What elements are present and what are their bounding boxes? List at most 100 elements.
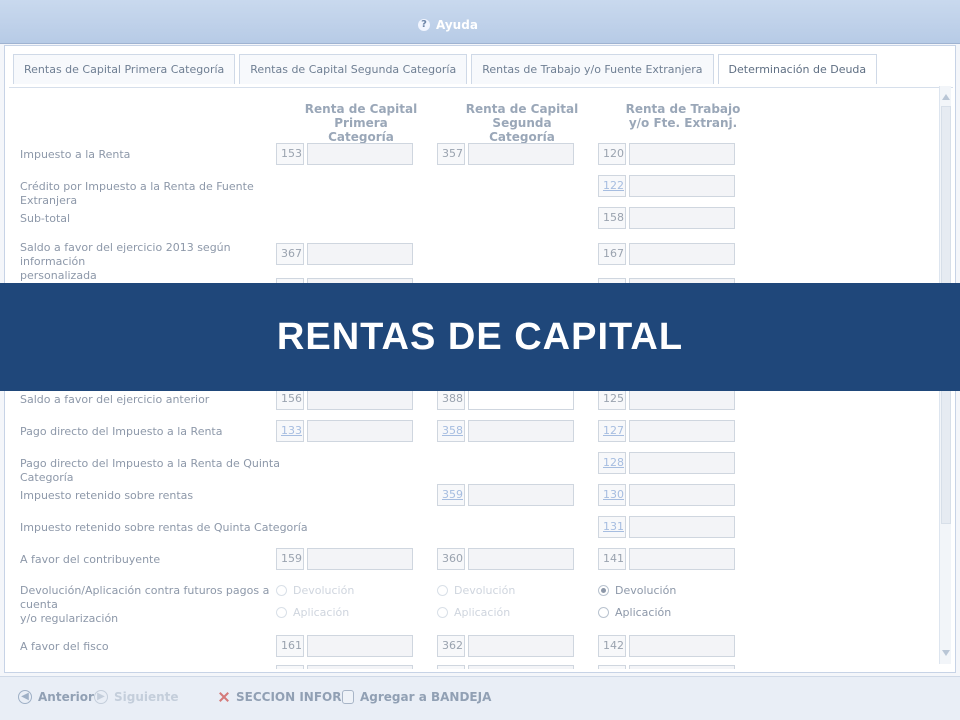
add-to-tray-button[interactable]: Agregar a BANDEJA [342,690,491,704]
tab-rentas-trabajo[interactable]: Rentas de Trabajo y/o Fuente Extranjera [471,54,714,84]
code-128-link[interactable]: 128 [598,452,626,474]
code-120: 120 [598,143,626,165]
code-357: 357 [437,143,465,165]
field-125[interactable] [629,388,735,410]
code-359-link[interactable]: 359 [437,484,465,506]
radio-dot [276,607,287,618]
field-130[interactable] [629,484,735,506]
radio-aplicacion-segunda[interactable]: Aplicación [437,606,510,619]
tab-determinacion-deuda[interactable]: Determinación de Deuda [717,54,878,84]
field-167[interactable] [629,243,735,265]
field-120[interactable] [629,143,735,165]
field-127[interactable] [629,420,735,442]
field-141[interactable] [629,548,735,570]
code-367: 367 [276,243,304,265]
code-cut-1 [276,665,304,669]
code-125: 125 [598,388,626,410]
field-359[interactable] [468,484,574,506]
field-cut-2[interactable] [468,665,574,669]
field-156[interactable] [307,388,413,410]
field-367[interactable] [307,243,413,265]
column-header-segunda: Renta de Capital Segunda Categoría [465,102,579,144]
radio-dot-checked [598,585,609,596]
code-362: 362 [437,635,465,657]
row-label-retenido-quinta: Impuesto retenido sobre rentas de Quinta… [20,521,308,534]
code-388: 388 [437,388,465,410]
radio-devolucion-segunda[interactable]: Devolución [437,584,515,597]
radio-dot [437,607,448,618]
title-bar: ? Ayuda [0,0,960,44]
field-358[interactable] [468,420,574,442]
radio-devolucion-trabajo[interactable]: Devolución [598,584,676,597]
field-362[interactable] [468,635,574,657]
tab-bar: Rentas de Capital Primera Categoría Rent… [13,54,878,88]
column-header-primera: Renta de Capital Primera Categoría [304,102,418,144]
field-159[interactable] [307,548,413,570]
close-icon [218,691,230,703]
code-360: 360 [437,548,465,570]
row-label-impuesto-retenido: Impuesto retenido sobre rentas [20,489,194,502]
radio-aplicacion-trabajo[interactable]: Aplicación [598,606,671,619]
code-133-link[interactable]: 133 [276,420,304,442]
tray-icon [342,690,354,704]
radio-devolucion-primera[interactable]: Devolución [276,584,354,597]
field-133[interactable] [307,420,413,442]
next-button[interactable]: ▶ Siguiente [94,690,179,704]
code-159: 159 [276,548,304,570]
radio-aplicacion-primera[interactable]: Aplicación [276,606,349,619]
code-161: 161 [276,635,304,657]
row-label-subtotal: Sub-total [20,212,71,225]
arrow-right-icon: ▶ [94,690,108,704]
footer-toolbar: ◀ Anterior ▶ Siguiente SECCION INFORM Ag… [0,676,960,720]
field-142[interactable] [629,635,735,657]
row-label-a-favor-fisco: A favor del fisco [20,640,109,653]
scroll-down-icon[interactable] [942,650,950,658]
field-122[interactable] [629,175,735,197]
radio-dot [276,585,287,596]
row-label-pago-directo: Pago directo del Impuesto a la Renta [20,425,223,438]
field-cut-3[interactable] [629,665,735,669]
arrow-left-icon: ◀ [18,690,32,704]
code-158: 158 [598,207,626,229]
tab-rentas-segunda[interactable]: Rentas de Capital Segunda Categoría [239,54,468,84]
field-153[interactable] [307,143,413,165]
code-153: 153 [276,143,304,165]
seccion-inform-button[interactable]: SECCION INFORM [218,690,353,704]
code-130-link[interactable]: 130 [598,484,626,506]
radio-dot [437,585,448,596]
code-127-link[interactable]: 127 [598,420,626,442]
field-131[interactable] [629,516,735,538]
code-cut-2 [437,665,465,669]
row-label-pago-quinta: Pago directo del Impuesto a la Renta de … [20,457,280,484]
field-161[interactable] [307,635,413,657]
field-360[interactable] [468,548,574,570]
field-128[interactable] [629,452,735,474]
field-388[interactable] [468,388,574,410]
code-358-link[interactable]: 358 [437,420,465,442]
row-label-saldo-2013: Saldo a favor del ejercicio 2013 según i… [20,241,231,282]
section-banner: RENTAS DE CAPITAL [0,283,960,391]
code-156: 156 [276,388,304,410]
row-label-impuesto-renta: Impuesto a la Renta [20,148,131,161]
code-cut-3 [598,665,626,669]
previous-button[interactable]: ◀ Anterior [18,690,94,704]
field-357[interactable] [468,143,574,165]
row-label-credito-extranjera: Crédito por Impuesto a la Renta de Fuent… [20,180,254,207]
radio-dot [598,607,609,618]
tab-rentas-primera[interactable]: Rentas de Capital Primera Categoría [13,54,236,84]
code-167: 167 [598,243,626,265]
help-header[interactable]: ? Ayuda [418,18,478,32]
field-158[interactable] [629,207,735,229]
row-label-saldo-anterior: Saldo a favor del ejercicio anterior [20,393,210,406]
row-label-a-favor-contribuyente: A favor del contribuyente [20,553,161,566]
scroll-up-icon[interactable] [942,92,950,100]
help-icon: ? [418,19,430,31]
banner-title: RENTAS DE CAPITAL [276,315,684,358]
code-141: 141 [598,548,626,570]
code-142: 142 [598,635,626,657]
code-122-link[interactable]: 122 [598,175,626,197]
column-header-trabajo: Renta de Trabajo y/o Fte. Extranj. [625,102,741,130]
code-131-link[interactable]: 131 [598,516,626,538]
row-label-devolucion-aplicacion: Devolución/Aplicación contra futuros pag… [20,584,270,625]
field-cut-1[interactable] [307,665,413,669]
